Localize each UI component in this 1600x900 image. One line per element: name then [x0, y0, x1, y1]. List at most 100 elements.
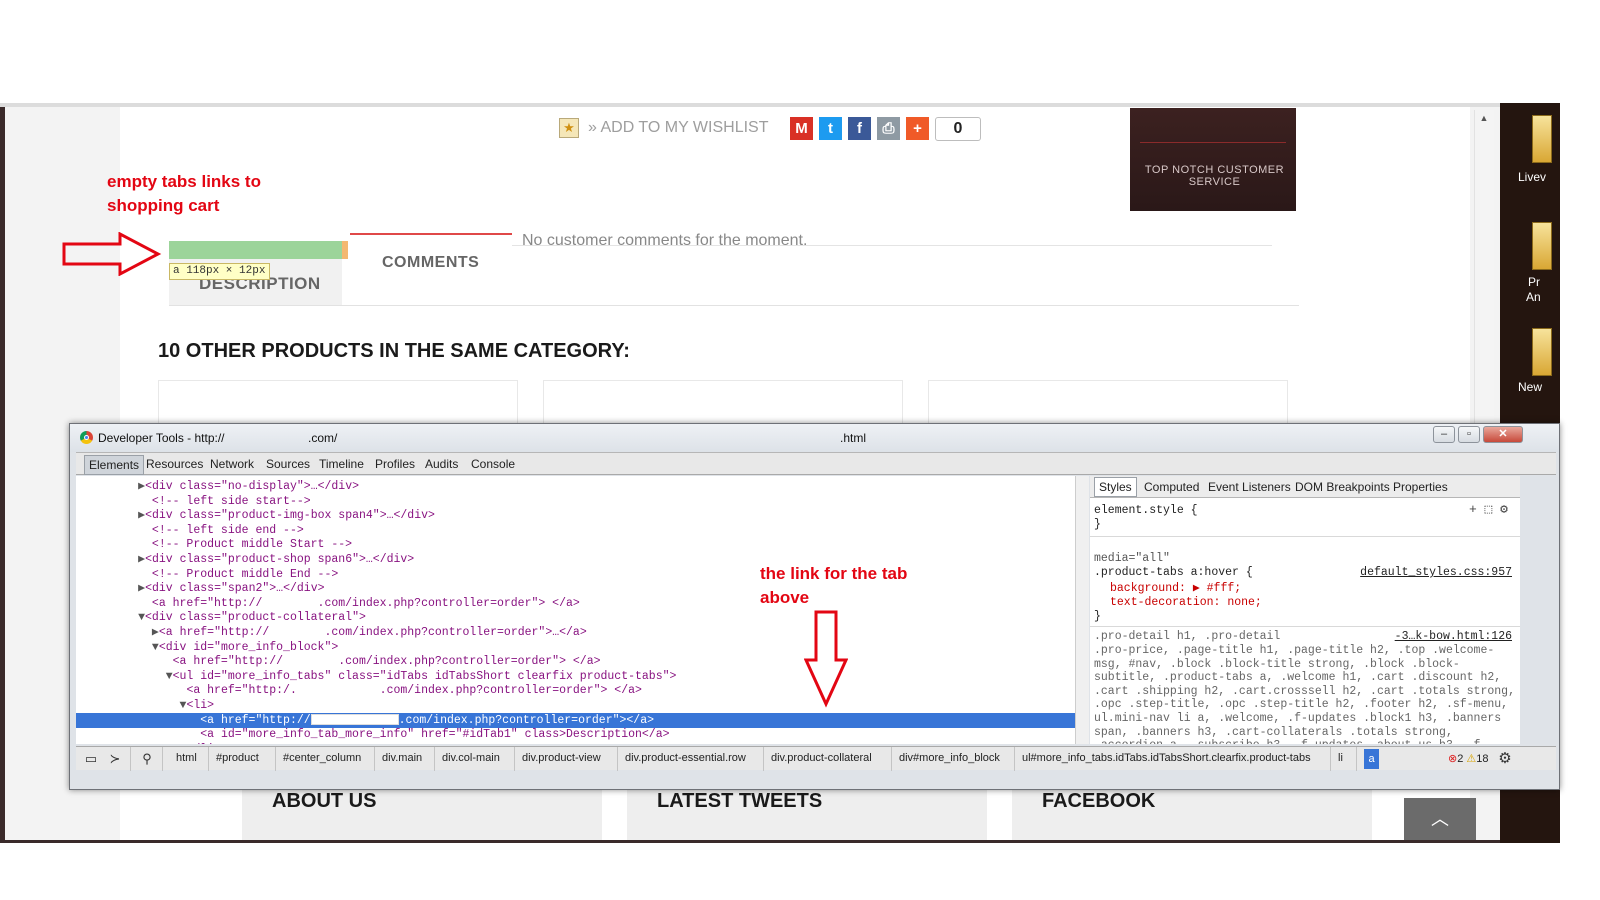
- expand-toggle-icon[interactable]: ▼: [166, 670, 173, 683]
- addthis-icon[interactable]: +: [906, 117, 929, 140]
- css-rule-head[interactable]: .pro-detail h1, .pro-detail -3…k-bow.htm…: [1094, 630, 1520, 644]
- scroll-up-icon[interactable]: ▲: [1478, 113, 1490, 123]
- css-selector-line[interactable]: .cart .shipping h2, .cart.crosssell h2, …: [1094, 685, 1520, 699]
- dom-node-text: <a href="http://: [200, 713, 311, 727]
- css-property-row[interactable]: text-decoration: none;: [1094, 596, 1520, 610]
- dom-node[interactable]: <!-- Product middle Start -->: [76, 537, 1075, 552]
- css-source-link[interactable]: -3…k-bow.html:126: [1395, 630, 1512, 644]
- tab-console[interactable]: Console: [471, 457, 515, 471]
- twitter-icon[interactable]: t: [819, 117, 842, 140]
- facebook-icon[interactable]: f: [848, 117, 871, 140]
- dom-scrollbar[interactable]: [1075, 476, 1089, 744]
- dom-node[interactable]: </li>: [76, 742, 1075, 744]
- crumb-separator: [1356, 747, 1357, 771]
- back-to-top-button[interactable]: ︿: [1404, 798, 1476, 840]
- dock-icon[interactable]: ▭: [82, 750, 100, 768]
- page-scrollbar[interactable]: [1474, 110, 1494, 430]
- styles-tab-computed[interactable]: Computed: [1144, 480, 1199, 494]
- folder-icon[interactable]: [1532, 328, 1552, 376]
- css-property-row[interactable]: background: ▶ #fff;: [1094, 582, 1520, 596]
- dom-node[interactable]: ▼<div id="more_info_block">: [76, 640, 1075, 655]
- css-selector-line[interactable]: msg, #nav, .block .block-title strong, .…: [1094, 658, 1520, 672]
- crumb-separator: [374, 747, 375, 771]
- minimize-icon[interactable]: –: [1433, 426, 1455, 443]
- css-selector-line[interactable]: .accordion a, .subscribe h3, .f-updates …: [1094, 739, 1520, 744]
- maximize-icon[interactable]: ▫: [1458, 426, 1480, 443]
- css-selector: .product-tabs a:hover {: [1094, 566, 1253, 579]
- breadcrumb-item[interactable]: div.col-main: [442, 752, 500, 764]
- css-selector-line[interactable]: .pro-price, .page-title h1, .page-title …: [1094, 644, 1520, 658]
- expand-toggle-icon[interactable]: ▼: [138, 611, 145, 624]
- dom-node[interactable]: ▼<li>: [76, 698, 1075, 713]
- breadcrumb-item[interactable]: html: [176, 752, 197, 764]
- dom-node-text: <div class="product-img-box span4">…</di…: [145, 509, 435, 523]
- print-icon[interactable]: ⎙: [877, 117, 900, 140]
- breadcrumb-item[interactable]: div.product-collateral: [771, 752, 872, 764]
- breadcrumb-item[interactable]: div.product-essential.row: [625, 752, 746, 764]
- tab-timeline[interactable]: Timeline: [319, 457, 364, 471]
- error-warning-counter[interactable]: ⊗2 ⚠18: [1448, 752, 1489, 765]
- styles-tab-event-listeners[interactable]: Event Listeners: [1208, 480, 1291, 494]
- dom-node[interactable]: <!-- left side start-->: [76, 494, 1075, 509]
- styles-tab-dom-breakpoints[interactable]: DOM Breakpoints: [1295, 480, 1390, 494]
- add-rule-icon[interactable]: + ⬚ ⚙: [1469, 502, 1508, 517]
- highlight-margin: [342, 241, 348, 259]
- breadcrumb-item[interactable]: div.product-view: [522, 752, 601, 764]
- css-selector-line[interactable]: .opc .step-title, .opc .step-title h2, .…: [1094, 698, 1520, 712]
- dom-node[interactable]: ▼<div class="product-collateral">: [76, 610, 1075, 625]
- breadcrumb-item[interactable]: #center_column: [283, 752, 361, 764]
- dom-node[interactable]: <a href="http:/. .com/index.php?controll…: [76, 683, 1075, 698]
- tab-network[interactable]: Network: [210, 457, 254, 471]
- tab-profiles[interactable]: Profiles: [375, 457, 415, 471]
- tab-audits[interactable]: Audits: [425, 457, 458, 471]
- gmail-icon[interactable]: M: [790, 117, 813, 140]
- desktop-label: An: [1526, 290, 1541, 304]
- dom-node[interactable]: ▶<div class="product-img-box span4">…</d…: [76, 508, 1075, 523]
- tab-elements[interactable]: Elements: [84, 455, 145, 475]
- dom-node[interactable]: <a id="more_info_tab_more_info" href="#i…: [76, 727, 1075, 742]
- promo-banner[interactable]: [1130, 108, 1296, 211]
- dom-node[interactable]: <a href="http:// .com/index.php?controll…: [76, 654, 1075, 669]
- selected-dom-node[interactable]: <a href="http:// .com/index.php?controlle…: [76, 712, 1075, 728]
- css-element-style[interactable]: element.style {: [1094, 504, 1520, 518]
- console-drawer-icon[interactable]: ≻: [106, 750, 124, 768]
- breadcrumb-item[interactable]: div#more_info_block: [899, 752, 1000, 764]
- dom-node[interactable]: ▶<div class="no-display">…</div>: [76, 479, 1075, 494]
- tab-comments-label: COMMENTS: [382, 254, 480, 271]
- tab-resources[interactable]: Resources: [146, 457, 203, 471]
- breadcrumb-item[interactable]: ul#more_info_tabs.idTabs.idTabsShort.cle…: [1022, 752, 1311, 764]
- breadcrumb-item[interactable]: div.main: [382, 752, 422, 764]
- inspect-search-icon[interactable]: ⚲: [138, 750, 156, 768]
- red-arrow-down-icon: [804, 610, 848, 708]
- wishlist-icon[interactable]: ★: [559, 118, 579, 138]
- expand-toggle-icon[interactable]: ▶: [152, 626, 159, 639]
- expand-toggle-icon[interactable]: ▼: [152, 641, 159, 654]
- css-hover-selector[interactable]: .product-tabs a:hover { default_styles.c…: [1094, 566, 1520, 580]
- css-property: background: ▶ #fff;: [1110, 582, 1242, 595]
- annotation-line: above: [760, 588, 810, 607]
- folder-icon[interactable]: [1532, 222, 1552, 270]
- settings-gear-icon[interactable]: ⚙: [1496, 750, 1514, 768]
- add-to-wishlist-link[interactable]: » ADD TO MY WISHLIST: [588, 119, 769, 137]
- breadcrumb-item[interactable]: #product: [216, 752, 259, 764]
- dom-node[interactable]: <!-- left side end -->: [76, 523, 1075, 538]
- css-selector-line[interactable]: subtitle, .product-tabs a, .welcome h1, …: [1094, 671, 1520, 685]
- devtools-titlebar[interactable]: Developer Tools - http:// .com/ .html – …: [70, 424, 1559, 452]
- styles-tab-styles[interactable]: Styles: [1094, 477, 1137, 497]
- css-source-link[interactable]: default_styles.css:957: [1360, 566, 1512, 580]
- dom-node-text: <a id="more_info_tab_more_info" href="#i…: [200, 728, 670, 742]
- dom-node[interactable]: ▶<a href="http:// .com/index.php?control…: [76, 625, 1075, 640]
- css-selector-line[interactable]: span, .banners h3, .cart-collaterals .to…: [1094, 726, 1520, 740]
- folder-icon[interactable]: [1532, 115, 1552, 163]
- dom-node[interactable]: ▼<ul id="more_info_tabs" class="idTabs i…: [76, 669, 1075, 684]
- tab-sources[interactable]: Sources: [266, 457, 310, 471]
- empty-tab-link-highlight[interactable]: [169, 241, 342, 259]
- breadcrumb-item[interactable]: a: [1364, 749, 1379, 769]
- styles-tab-properties[interactable]: Properties: [1393, 480, 1448, 494]
- css-selector-line[interactable]: ul.mini-nav li a, .welcome, .f-updates .…: [1094, 712, 1520, 726]
- breadcrumb-item[interactable]: li: [1338, 752, 1343, 764]
- close-icon[interactable]: ✕: [1483, 426, 1523, 443]
- elements-dom-tree[interactable]: ▶<div class="no-display">…</div> <!-- le…: [76, 476, 1076, 744]
